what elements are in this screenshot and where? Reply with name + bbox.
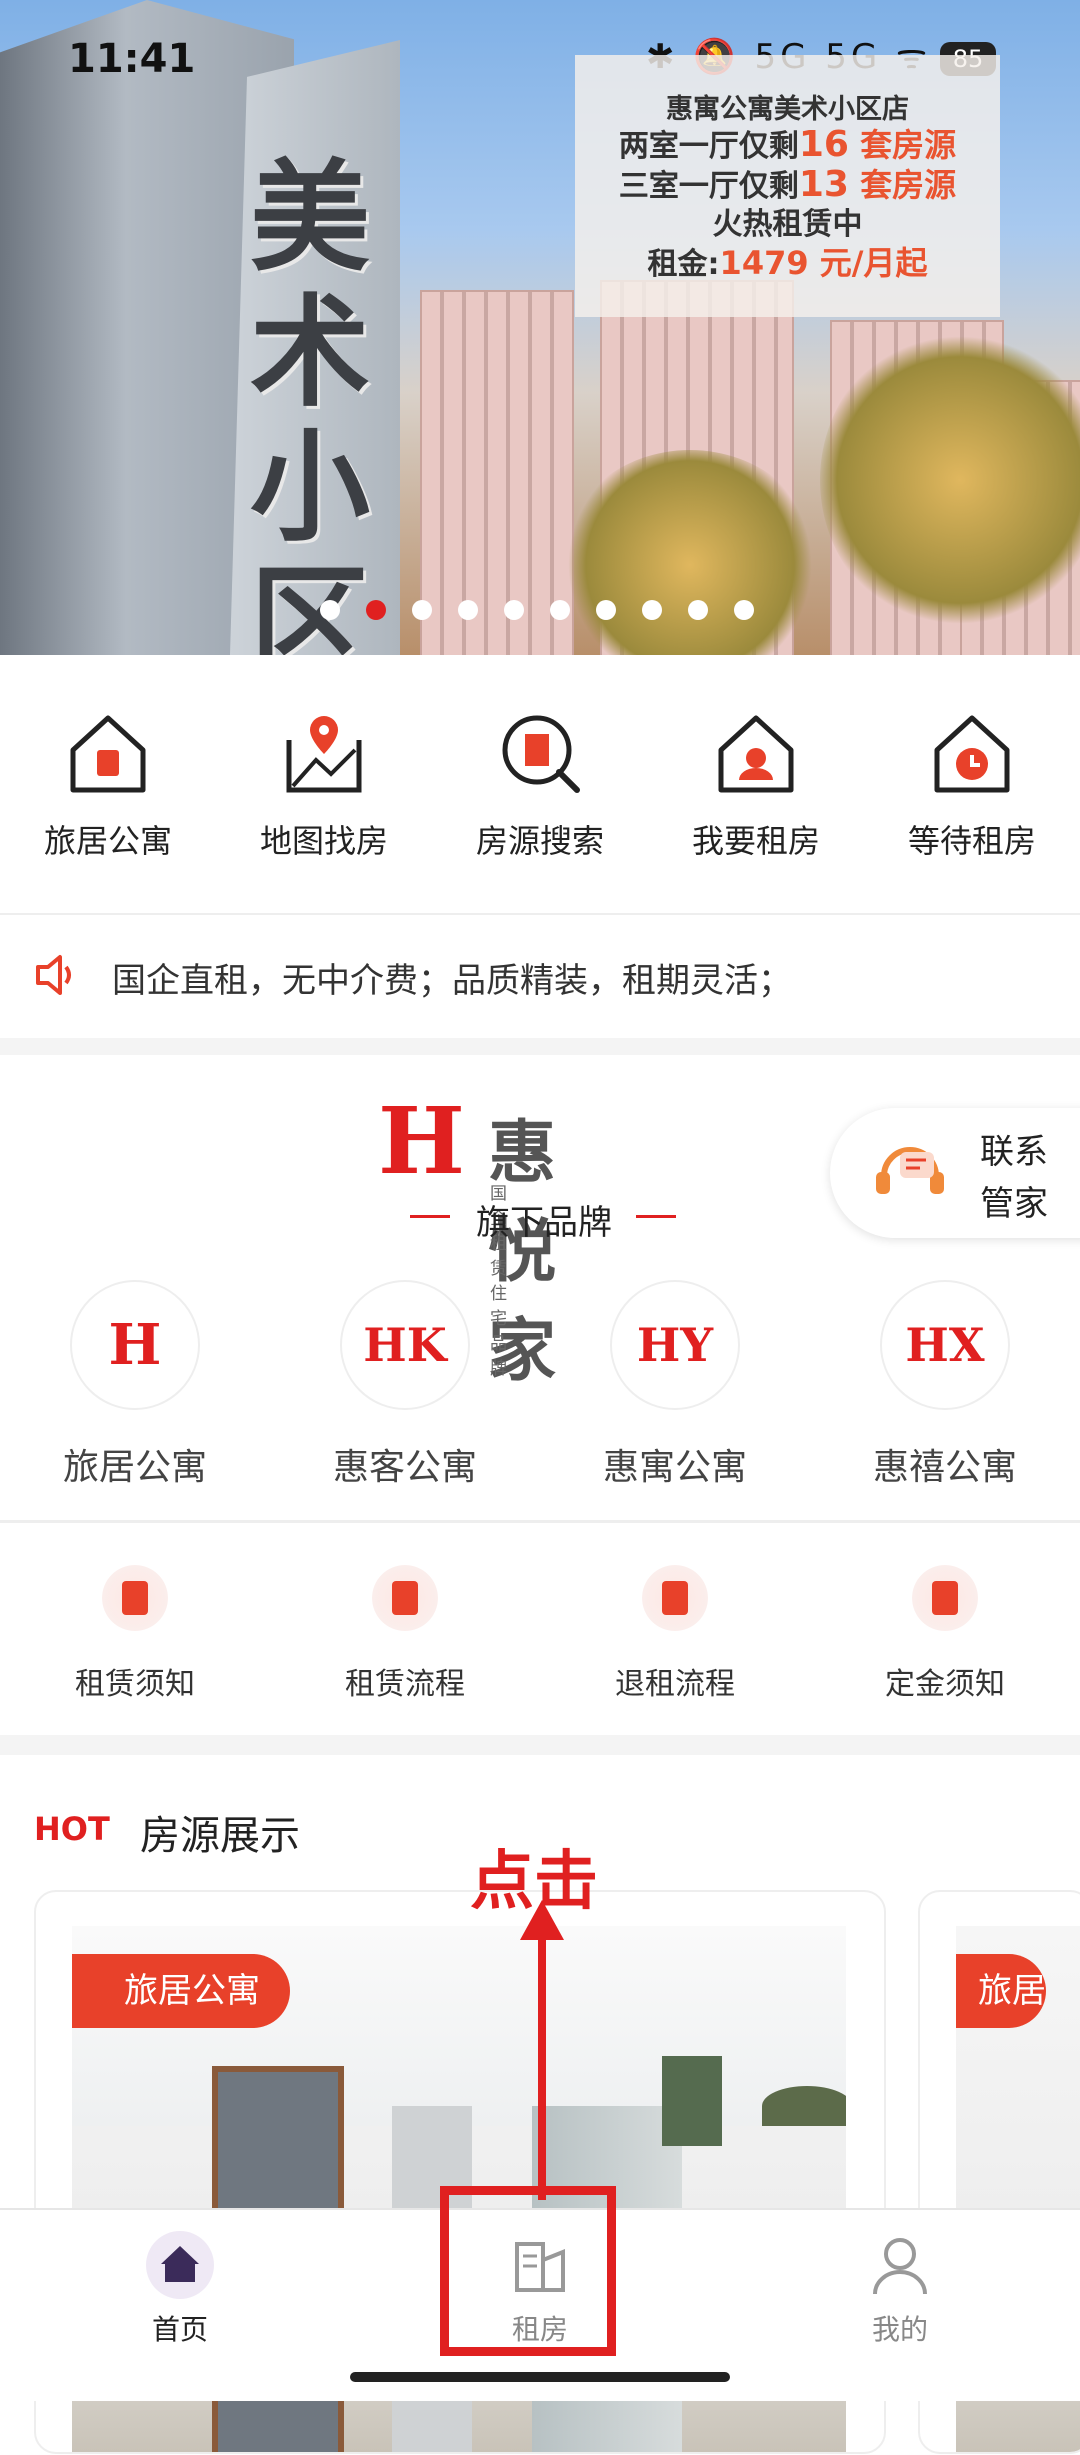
brand-logo-hy-icon: HY	[610, 1280, 740, 1410]
carousel-dot[interactable]	[412, 600, 432, 620]
waiting-clock-house-icon	[929, 710, 1015, 796]
carousel-dot[interactable]	[504, 600, 524, 620]
banner-carousel[interactable]: 美术小区 11:41 ✱ 🔕 5G 5G ᯤ 85 惠寓公寓美术小区店 两室一厅…	[0, 0, 1080, 655]
contact-manager-button[interactable]: 联系 管家	[830, 1108, 1080, 1238]
listing-badge: 旅居公寓	[72, 1954, 290, 2028]
brand-logo-hk-icon: HK	[340, 1280, 470, 1410]
hot-title: 房源展示	[140, 1813, 300, 1859]
brand-item-huixi[interactable]: HX 惠禧公寓	[845, 1280, 1045, 1490]
rule-checkout-process[interactable]: 退租流程	[575, 1565, 775, 1703]
notice-text: 国企直租，无中介费；品质精装，租期灵活；	[112, 961, 792, 1001]
promo-store: 惠寓公寓美术小区店	[666, 94, 909, 125]
document-icon	[372, 1565, 438, 1631]
rule-rental-notice[interactable]: 租赁须知	[35, 1565, 235, 1703]
brand-item-huiyu[interactable]: HY 惠寓公寓	[575, 1280, 775, 1490]
brand-item-huike[interactable]: HK 惠客公寓	[305, 1280, 505, 1490]
carousel-dot[interactable]	[688, 600, 708, 620]
brand-logo-h-icon: H	[70, 1280, 200, 1410]
arrow-line	[538, 1930, 546, 2200]
brand-logo: H 惠悦家 国企租赁住宅品牌	[378, 1087, 556, 1391]
home-icon	[145, 2230, 215, 2300]
rule-rental-process[interactable]: 租赁流程	[305, 1565, 505, 1703]
brand-subtitle: 旗下品牌	[476, 1203, 612, 1243]
headset-icon	[870, 1136, 950, 1216]
quick-nav: 旅居公寓 地图找房 房源搜索 我要租房 等待租房	[0, 655, 1080, 913]
brand-item-travel[interactable]: H 旅居公寓	[35, 1280, 235, 1490]
notice-bar[interactable]: 国企直租，无中介费；品质精装，租期灵活；	[0, 913, 1080, 1038]
document-icon	[642, 1565, 708, 1631]
carousel-dot[interactable]	[734, 600, 754, 620]
brand-logo-mark: H	[378, 1087, 465, 1195]
document-icon	[102, 1565, 168, 1631]
rent-house-icon	[713, 710, 799, 796]
highlight-box	[440, 2186, 616, 2356]
quick-nav-listing-search[interactable]: 房源搜索	[460, 710, 620, 862]
carousel-dot[interactable]	[550, 600, 570, 620]
carousel-dot[interactable]	[642, 600, 662, 620]
promo-hot: 火热租赁中	[712, 207, 863, 242]
rule-deposit-notice[interactable]: 定金须知	[845, 1565, 1045, 1703]
contact-manager-label: 联系 管家	[980, 1132, 1048, 1224]
yuan-document-icon	[912, 1565, 978, 1631]
search-building-icon	[497, 710, 583, 796]
divider	[0, 1520, 1080, 1523]
apartment-house-icon	[65, 710, 151, 796]
monument-text: 美术小区	[250, 147, 370, 655]
speaker-icon	[34, 953, 80, 1001]
carousel-dot[interactable]	[596, 600, 616, 620]
carousel-dots[interactable]	[320, 600, 754, 620]
tab-home[interactable]: 首页	[80, 2230, 280, 2348]
hot-tag: HOT	[34, 1810, 110, 1848]
brand-logo-hx-icon: HX	[880, 1280, 1010, 1410]
promo-overlay: 惠寓公寓美术小区店 两室一厅仅剩16 套房源 三室一厅仅剩13 套房源 火热租赁…	[575, 55, 1000, 317]
carousel-dot[interactable]	[458, 600, 478, 620]
quick-nav-map-search[interactable]: 地图找房	[244, 710, 404, 862]
home-indicator[interactable]	[350, 2372, 730, 2382]
tab-mine[interactable]: 我的	[800, 2230, 1000, 2348]
quick-nav-rent-house[interactable]: 我要租房	[676, 710, 836, 862]
carousel-dot[interactable]	[366, 600, 386, 620]
quick-nav-travel-apartment[interactable]: 旅居公寓	[28, 710, 188, 862]
carousel-dot[interactable]	[320, 600, 340, 620]
user-icon	[865, 2230, 935, 2300]
quick-nav-wait-rent[interactable]: 等待租房	[892, 710, 1052, 862]
status-time: 11:41	[68, 36, 196, 82]
listing-badge: 旅居	[956, 1954, 1046, 2028]
map-pin-icon	[281, 710, 367, 796]
